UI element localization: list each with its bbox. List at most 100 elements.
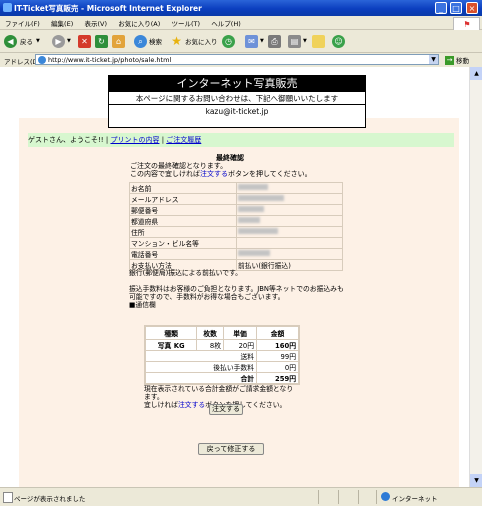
menu-edit[interactable]: 編集(E) [46, 16, 77, 28]
ie-icon [3, 3, 12, 12]
table-row: 都道府県 [129, 215, 343, 227]
go-button[interactable]: → 移動 [445, 55, 469, 65]
table-row: 送料 99円 [144, 350, 299, 362]
search-icon: ⌕ [134, 34, 147, 48]
stop-button[interactable]: ✕ [78, 33, 91, 49]
divider [358, 490, 359, 504]
messenger-icon: ☺ [332, 34, 345, 48]
customer-info-table: お名前 メールアドレス 郵便番号 都道府県 住所 マンション・ビル名等 電話番号… [129, 182, 343, 271]
forward-arrow-icon: ▶ [52, 34, 65, 48]
security-zone: インターネット [392, 495, 438, 503]
table-row: 住所 [129, 226, 343, 238]
chevron-down-icon: ▼ [67, 38, 71, 44]
table-row: マンション・ビル名等 [129, 237, 343, 249]
chevron-down-icon[interactable]: ▼ [429, 55, 438, 64]
contact-line: 本ページに関するお問い合わせは、下記へ御願いいたします [135, 94, 339, 103]
chevron-down-icon: ▼ [36, 38, 40, 44]
page-done-icon [3, 492, 13, 503]
table-row: 写真 KG 8枚 20円 160円 [144, 339, 299, 351]
edit-button[interactable]: ▤ ▼ [288, 33, 307, 49]
messenger-button[interactable]: ☺ [332, 33, 345, 49]
order-button[interactable]: 注文する [209, 404, 243, 415]
chevron-down-icon: ▼ [260, 38, 264, 44]
divider [376, 490, 377, 504]
print-button[interactable]: ⎙ [268, 33, 281, 49]
table-row: お名前 [129, 182, 343, 194]
payment-note: 銀行(郵便局)振込による前払いです。 振込手数料はお客様のご負担となります。JB… [129, 269, 344, 309]
menu-tools[interactable]: ツール(T) [167, 16, 205, 28]
divider [318, 490, 319, 504]
back-button[interactable]: ◀ 戻る ▼ [4, 33, 40, 49]
search-button[interactable]: ⌕ 検索 [134, 33, 162, 49]
menu-help[interactable]: ヘルプ(H) [206, 16, 244, 28]
site-title: インターネット写真販売 [109, 76, 365, 92]
page-icon [38, 56, 46, 64]
page-viewport: インターネット写真販売 本ページに関するお問い合わせは、下記へ御願いいたします … [0, 67, 469, 487]
vertical-scrollbar[interactable]: ▲ ▼ [469, 67, 482, 487]
menu-file[interactable]: ファイル(F) [0, 16, 44, 28]
home-icon: ⌂ [112, 34, 125, 48]
window-title: IT-Ticket写真販売 - Microsoft Internet Explo… [14, 4, 202, 13]
menu-view[interactable]: 表示(V) [79, 16, 111, 28]
redacted-value [238, 184, 268, 190]
redacted-value [238, 250, 270, 256]
greeting: ゲストさん、ようこそ!! [28, 136, 104, 144]
mail-button[interactable]: ✉ ▼ [245, 33, 264, 49]
mail-icon: ✉ [245, 34, 258, 48]
nav-link-print[interactable]: プリントの内容 [110, 136, 159, 144]
redacted-value [238, 217, 260, 223]
redacted-value [238, 195, 284, 201]
confirm-intro: ご注文の最終確認となります。 この内容で宜しければ注文するボタンを押してください… [130, 162, 312, 178]
folder-icon [312, 34, 325, 48]
table-row: 合計 259円 [144, 372, 299, 384]
order-table: 種類 枚数 単価 金額 写真 KG 8枚 20円 160円 送料 99円 後払い… [144, 326, 299, 384]
menu-bar: ファイル(F) 編集(E) 表示(V) お気に入り(A) ツール(T) ヘルプ(… [0, 16, 482, 32]
home-button[interactable]: ⌂ [112, 33, 125, 49]
history-button[interactable]: ◷ [222, 33, 235, 49]
chevron-down-icon: ▼ [303, 38, 307, 44]
title-bar: IT-Ticket写真販売 - Microsoft Internet Explo… [0, 0, 482, 16]
nav-bar: ゲストさん、ようこそ!! | プリントの内容 | ご注文履歴 [28, 133, 454, 147]
globe-icon [381, 492, 390, 501]
table-row: メールアドレス [129, 193, 343, 205]
divider [338, 490, 339, 504]
go-arrow-icon: → [445, 55, 454, 65]
address-url: http://www.it-ticket.jp/photo/sale.html [48, 56, 172, 64]
redacted-value [238, 206, 264, 212]
nav-separator: | [105, 136, 109, 144]
refresh-button[interactable]: ↻ [95, 33, 108, 49]
table-row: 電話番号 [129, 248, 343, 260]
scroll-up-icon[interactable]: ▲ [470, 67, 482, 80]
menu-favorites[interactable]: お気に入り(A) [113, 16, 164, 28]
address-bar: アドレス(D) http://www.it-ticket.jp/photo/sa… [0, 53, 482, 68]
star-icon: ★ [171, 33, 182, 48]
status-text: ページが表示されました [14, 495, 86, 503]
back-arrow-icon: ◀ [4, 34, 17, 48]
address-input[interactable]: http://www.it-ticket.jp/photo/sale.html … [35, 54, 439, 65]
contact-email: kazu@it-ticket.jp [205, 107, 269, 116]
back-edit-button[interactable]: 戻って修正する [198, 443, 264, 455]
divider [109, 104, 365, 105]
nav-link-history[interactable]: ご注文履歴 [166, 136, 201, 144]
discuss-button[interactable] [312, 33, 325, 49]
order-summary: 種類 枚数 単価 金額 写真 KG 8枚 20円 160円 送料 99円 後払い… [144, 325, 300, 385]
forward-button[interactable]: ▶ ▼ [52, 33, 71, 49]
refresh-icon: ↻ [95, 34, 108, 48]
table-row: 郵便番号 [129, 204, 343, 216]
site-header: インターネット写真販売 本ページに関するお問い合わせは、下記へ御願いいたします … [108, 75, 366, 128]
minimize-button[interactable]: _ [435, 2, 447, 14]
scroll-down-icon[interactable]: ▼ [470, 474, 482, 487]
stop-icon: ✕ [78, 34, 91, 48]
redacted-value [238, 228, 278, 234]
table-header-row: 種類 枚数 単価 金額 [144, 326, 299, 340]
status-bar: ページが表示されました インターネット [0, 487, 482, 506]
history-icon: ◷ [222, 34, 235, 48]
table-row: 後払い手数料 0円 [144, 361, 299, 373]
print-icon: ⎙ [268, 34, 281, 48]
toolbar: ◀ 戻る ▼ ▶ ▼ ✕ ↻ ⌂ ⌕ 検索 ★ お気に入り ◷ ✉ ▼ ⎙ ▤ ▼ … [0, 30, 482, 53]
edit-icon: ▤ [288, 34, 301, 48]
nav-separator: | [161, 136, 165, 144]
close-button[interactable]: × [466, 2, 478, 14]
favorites-button[interactable]: ★ お気に入り [170, 33, 217, 49]
maximize-button[interactable]: □ [450, 2, 462, 14]
